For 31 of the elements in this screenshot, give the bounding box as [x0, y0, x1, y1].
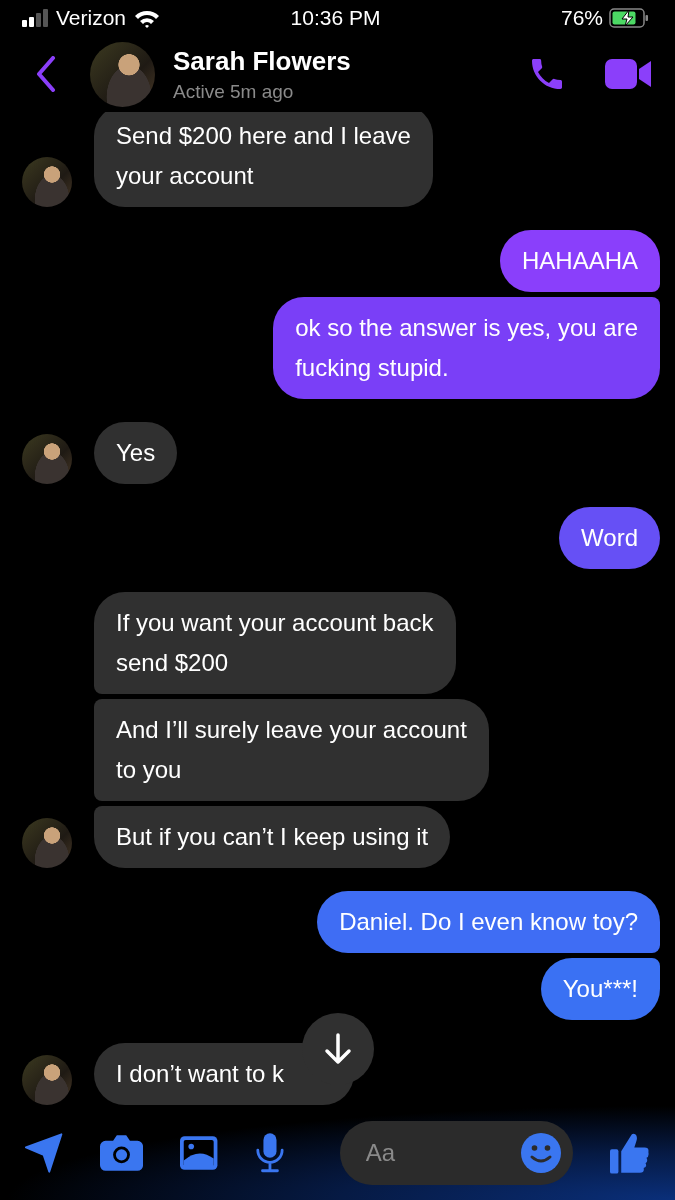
- down-arrow-icon: [324, 1033, 352, 1065]
- carrier-name: Verizon: [56, 6, 127, 30]
- sender-avatar[interactable]: [22, 818, 72, 868]
- video-camera-icon[interactable]: [605, 57, 653, 91]
- location-arrow-icon[interactable]: [24, 1130, 64, 1175]
- message-bubble: Yes: [94, 422, 178, 484]
- battery-charging-icon: [609, 8, 649, 28]
- battery-percentage: 76%: [560, 6, 603, 30]
- microphone-icon[interactable]: [254, 1131, 285, 1174]
- message-bubble: You***!: [540, 958, 660, 1020]
- message-bubble: ok so the answer is yes, you are fucking stupid.: [273, 297, 660, 399]
- signal-icon: [22, 9, 48, 27]
- wifi-icon: [134, 8, 161, 28]
- image-icon[interactable]: [180, 1134, 218, 1171]
- back-icon[interactable]: [36, 56, 56, 92]
- clock-time: 10:36 PM: [290, 6, 381, 30]
- message-bubble: Daniel. Do I even know toy?: [317, 891, 660, 953]
- active-status: Active 5m ago: [173, 80, 295, 103]
- message-bubble: If you want your account back send $200: [94, 592, 456, 694]
- message-bubble: Word: [559, 507, 660, 569]
- camera-icon[interactable]: [100, 1133, 144, 1172]
- message-input[interactable]: Aa: [339, 1120, 573, 1185]
- message-bubble: Send $200 here and I leave your account: [94, 112, 433, 207]
- message-bubble: But if you can’t I keep using it: [94, 806, 451, 868]
- sender-avatar[interactable]: [22, 434, 72, 484]
- emoji-icon[interactable]: [520, 1132, 561, 1173]
- message-bubble: HAHAAHA: [499, 230, 660, 292]
- sender-avatar[interactable]: [22, 157, 72, 207]
- sender-avatar[interactable]: [22, 1055, 72, 1105]
- contact-name: Sarah Flowers: [173, 45, 352, 77]
- message-bubble: And I’ll surely leave your account to you: [94, 699, 489, 801]
